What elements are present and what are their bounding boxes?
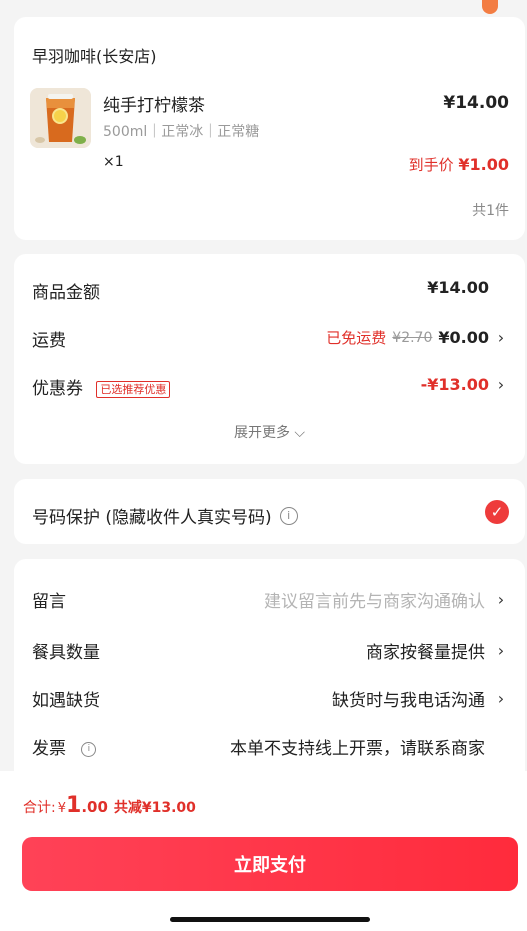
invoice-label-group: 发票 i: [32, 734, 97, 759]
number-protection-card: 号码保护 (隐藏收件人真实号码) i ✓: [14, 479, 525, 544]
remark-row[interactable]: 建议留言前先与商家沟通确认 ›: [264, 587, 507, 612]
shop-card: 早羽咖啡(长安店) 纯手打柠檬茶 500ml｜正常冰｜正常糖 ×1 ¥14.00…: [14, 17, 525, 240]
shipping-label: 运费: [32, 331, 66, 351]
tableware-label: 餐具数量: [32, 643, 100, 663]
bottom-bar: 合计: ¥ 1 .00 共减¥13.00 立即支付: [0, 771, 527, 931]
info-icon[interactable]: i: [279, 506, 298, 525]
chevron-right-icon: ›: [497, 375, 505, 394]
invoice-label: 发票: [32, 739, 66, 759]
remark-placeholder: 建议留言前先与商家沟通确认: [264, 592, 485, 612]
tableware-row[interactable]: 商家按餐量提供 ›: [366, 638, 507, 663]
order-confirm-page: 早羽咖啡(长安店) 纯手打柠檬茶 500ml｜正常冰｜正常糖 ×1 ¥14.00…: [0, 0, 527, 931]
product-spec: 500ml｜正常冰｜正常糖: [103, 124, 260, 140]
pay-now-button[interactable]: 立即支付: [22, 837, 518, 891]
goods-amount-label: 商品金额: [32, 283, 100, 303]
shortage-value: 缺货时与我电话沟通: [332, 691, 485, 711]
total-decimal: .00: [81, 798, 108, 816]
goods-amount-value: ¥14.00: [427, 278, 489, 297]
invoice-value: 本单不支持线上开票，请联系商家: [230, 739, 485, 759]
shortage-label: 如遇缺货: [32, 691, 100, 711]
shop-name[interactable]: 早羽咖啡(长安店): [32, 43, 157, 67]
shortage-row[interactable]: 缺货时与我电话沟通 ›: [332, 686, 507, 711]
number-protection-row: 号码保护 (隐藏收件人真实号码) i: [32, 503, 298, 528]
shipping-row[interactable]: 已免运费 ¥2.70 ¥0.00 ›: [326, 327, 507, 348]
order-summary: 合计: ¥ 1 .00 共减¥13.00: [23, 793, 196, 818]
info-icon[interactable]: i: [81, 741, 97, 757]
product-name[interactable]: 纯手打柠檬茶: [103, 91, 205, 116]
home-indicator: [170, 917, 370, 922]
remark-label: 留言: [32, 592, 66, 612]
top-decoration: [482, 0, 498, 14]
total-label: 合计:: [23, 800, 56, 816]
chevron-right-icon: ›: [497, 590, 505, 609]
final-price-label: 到手价: [408, 156, 454, 174]
product-quantity: ×1: [103, 154, 124, 170]
total-count: 共1件: [472, 203, 509, 219]
coupon-badge: 已选推荐优惠: [96, 380, 171, 398]
fees-card: 商品金额 ¥14.00 运费 已免运费 ¥2.70 ¥0.00 › 优惠券 已选…: [14, 254, 525, 464]
coupon-label-group: 优惠券 已选推荐优惠: [32, 374, 171, 399]
number-protection-label: 号码保护 (隐藏收件人真实号码): [32, 508, 272, 528]
invoice-row: 本单不支持线上开票，请联系商家: [230, 734, 485, 759]
product-image[interactable]: [30, 88, 91, 148]
tableware-value: 商家按餐量提供: [366, 643, 485, 663]
extra-options-card: 留言 建议留言前先与商家沟通确认 › 餐具数量 商家按餐量提供 › 如遇缺货 缺…: [14, 559, 525, 789]
shipping-original-price: ¥2.70: [392, 329, 433, 346]
chevron-right-icon: ›: [497, 641, 505, 660]
chevron-right-icon: ›: [497, 689, 505, 708]
final-price: 到手价 ¥1.00: [409, 154, 509, 175]
chevron-right-icon: ›: [497, 328, 505, 347]
shipping-value: ¥0.00: [438, 328, 489, 347]
coupon-label: 优惠券: [32, 379, 83, 399]
final-price-value: ¥1.00: [458, 155, 509, 174]
expand-more-label: 展开更多: [233, 425, 290, 441]
total-discount: 共减¥13.00: [113, 800, 196, 816]
expand-more-button[interactable]: 展开更多 ⌵: [14, 422, 525, 442]
product-price: ¥14.00: [443, 93, 509, 113]
coupon-row[interactable]: -¥13.00 ›: [421, 375, 507, 394]
total-integer: 1: [66, 793, 82, 818]
coupon-value: -¥13.00: [420, 375, 489, 394]
number-protection-checkbox[interactable]: ✓: [485, 500, 509, 524]
shipping-free-text: 已免运费: [326, 329, 387, 347]
total-currency: ¥: [57, 801, 66, 816]
chevron-down-icon: ⌵: [294, 425, 306, 441]
